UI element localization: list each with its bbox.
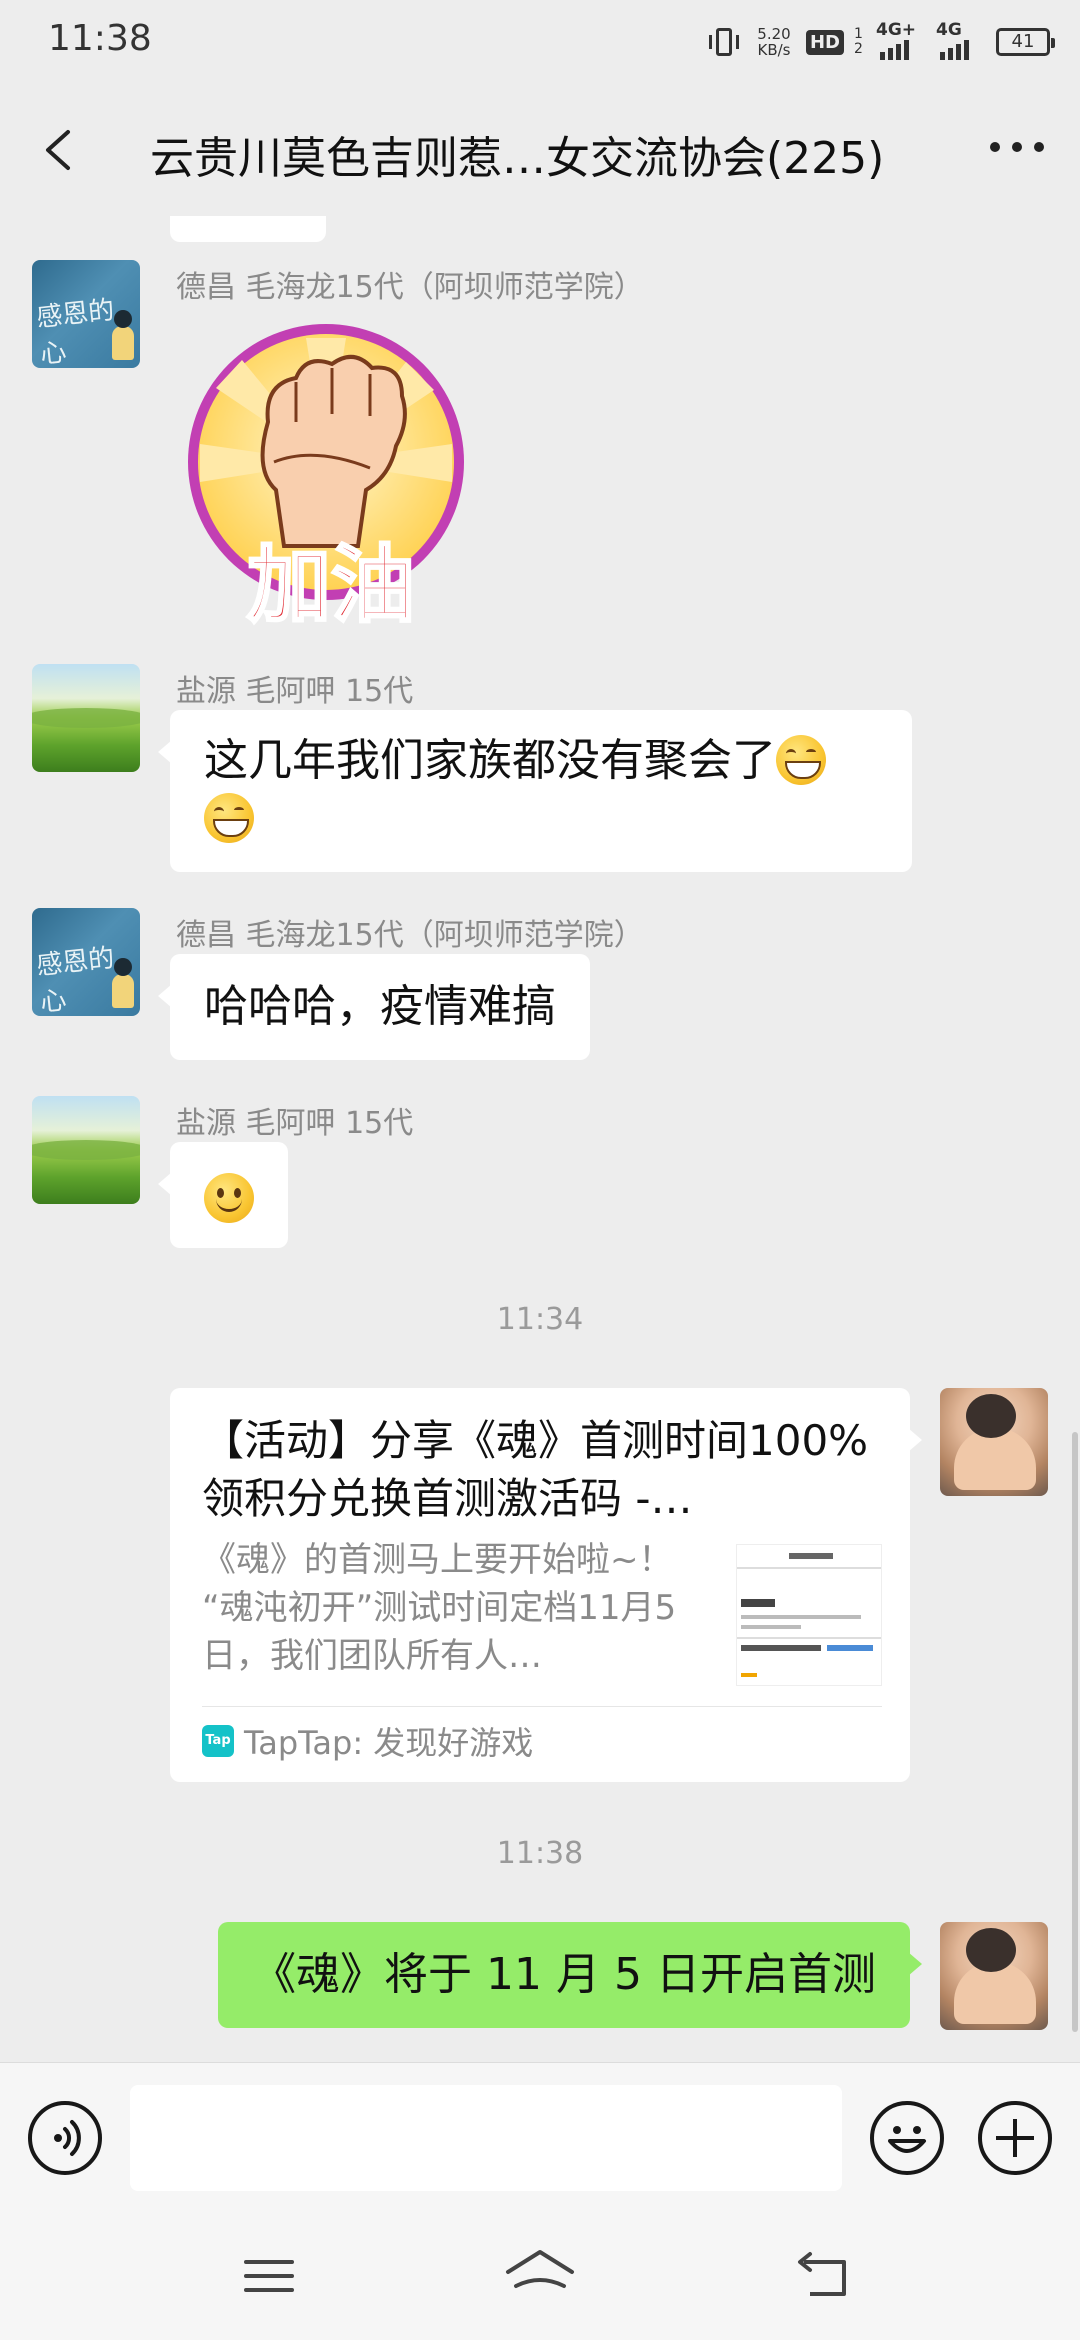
smile-emoji-icon — [204, 1173, 254, 1223]
message-list[interactable]: 感恩的心 德昌 毛海龙15代（阿坝师范学院） 加油 盐源 毛阿呷 15代 这几年… — [0, 216, 1080, 2062]
sender-name: 德昌 毛海龙15代（阿坝师范学院） — [176, 918, 644, 953]
menu-icon[interactable] — [240, 2254, 300, 2298]
sim-indicator: 1 2 — [854, 26, 863, 57]
avatar[interactable]: 感恩的心 — [32, 260, 140, 368]
network-type-1: 4G+ — [876, 20, 917, 40]
sender-name: 德昌 毛海龙15代（阿坝师范学院） — [176, 270, 644, 305]
sticker-jiayou[interactable]: 加油 — [176, 312, 486, 638]
emoji-button[interactable] — [870, 2101, 944, 2175]
status-bar: 11:38 5.20 KB/s HD 1 2 4G+ 4G 41 — [0, 0, 1080, 84]
message-text: 这几年我们家族都没有聚会了 — [204, 735, 776, 786]
avatar[interactable] — [32, 1096, 140, 1204]
message-bubble[interactable]: 这几年我们家族都没有聚会了 — [158, 710, 912, 872]
smiley-icon — [888, 2126, 926, 2153]
avatar[interactable] — [32, 664, 140, 772]
back-nav-icon[interactable] — [790, 2250, 854, 2302]
link-card-source: Tap TapTap: 发现好游戏 — [202, 1718, 533, 1764]
message-bubble[interactable] — [158, 1142, 288, 1248]
sender-name: 盐源 毛阿呷 15代 — [176, 1106, 414, 1141]
message-text: 《魂》将于 11 月 5 日开启首测 — [252, 1949, 876, 2000]
my-avatar[interactable] — [940, 1922, 1048, 2030]
chat-title: 云贵川莫色吉则惹…女交流协会(225) — [150, 133, 885, 184]
sender-name: 盐源 毛阿呷 15代 — [176, 674, 414, 709]
scrollbar[interactable] — [1072, 1432, 1078, 2032]
timestamp: 11:34 — [496, 1302, 584, 1337]
chat-header: 云贵川莫色吉则惹…女交流协会(225) — [0, 84, 1080, 216]
link-card-title: 【活动】分享《魂》首测时间100%领积分兑换首测激活码 -… — [202, 1416, 869, 1523]
taptap-icon: Tap — [202, 1725, 234, 1757]
link-card-description: 《魂》的首测马上要开始啦~！ “魂沌初开”测试时间定档11月5日，我们团队所有人… — [202, 1540, 677, 1676]
avatar[interactable]: 感恩的心 — [32, 908, 140, 1016]
network-speed-value: 5.20 — [757, 25, 791, 43]
sticker-text: 加油 — [247, 535, 415, 634]
message-text: 哈哈哈，疫情难搞 — [204, 981, 556, 1032]
link-card-divider — [202, 1706, 882, 1707]
more-functions-button[interactable] — [978, 2101, 1052, 2175]
more-options-icon[interactable] — [990, 142, 1044, 156]
input-bar — [0, 2062, 1080, 2210]
battery-icon: 41 — [996, 28, 1055, 56]
vibrate-icon — [706, 25, 742, 59]
status-icons: 5.20 KB/s HD 1 2 4G+ 4G 41 — [706, 20, 1055, 62]
voice-icon — [54, 2120, 81, 2156]
signal-icon-sim1: 4G+ — [876, 20, 926, 60]
my-avatar[interactable] — [940, 1388, 1048, 1496]
status-time: 11:38 — [48, 18, 152, 59]
my-message-bubble[interactable]: 《魂》将于 11 月 5 日开启首测 — [218, 1922, 922, 2028]
link-card-source-label: TapTap: 发现好游戏 — [244, 1724, 534, 1762]
link-card[interactable]: 【活动】分享《魂》首测时间100%领积分兑换首测激活码 -… 《魂》的首测马上要… — [170, 1388, 922, 1782]
message-input[interactable] — [130, 2085, 842, 2191]
network-speed: 5.20 KB/s — [752, 26, 796, 58]
message-bubble-partial[interactable] — [170, 216, 326, 242]
home-icon[interactable] — [502, 2246, 578, 2306]
back-arrow-icon[interactable] — [40, 128, 80, 172]
grin-emoji-icon — [776, 735, 826, 785]
signal-icon-sim2: 4G — [936, 20, 986, 60]
voice-input-button[interactable] — [28, 2101, 102, 2175]
timestamp: 11:38 — [496, 1836, 584, 1871]
grin-emoji-icon — [204, 793, 254, 843]
network-speed-unit: KB/s — [757, 41, 791, 59]
network-type-2: 4G — [936, 20, 962, 40]
hd-voice-icon: HD — [805, 29, 844, 55]
link-card-thumbnail — [736, 1544, 882, 1686]
message-bubble[interactable]: 哈哈哈，疫情难搞 — [158, 954, 590, 1060]
system-nav-bar — [0, 2210, 1080, 2340]
